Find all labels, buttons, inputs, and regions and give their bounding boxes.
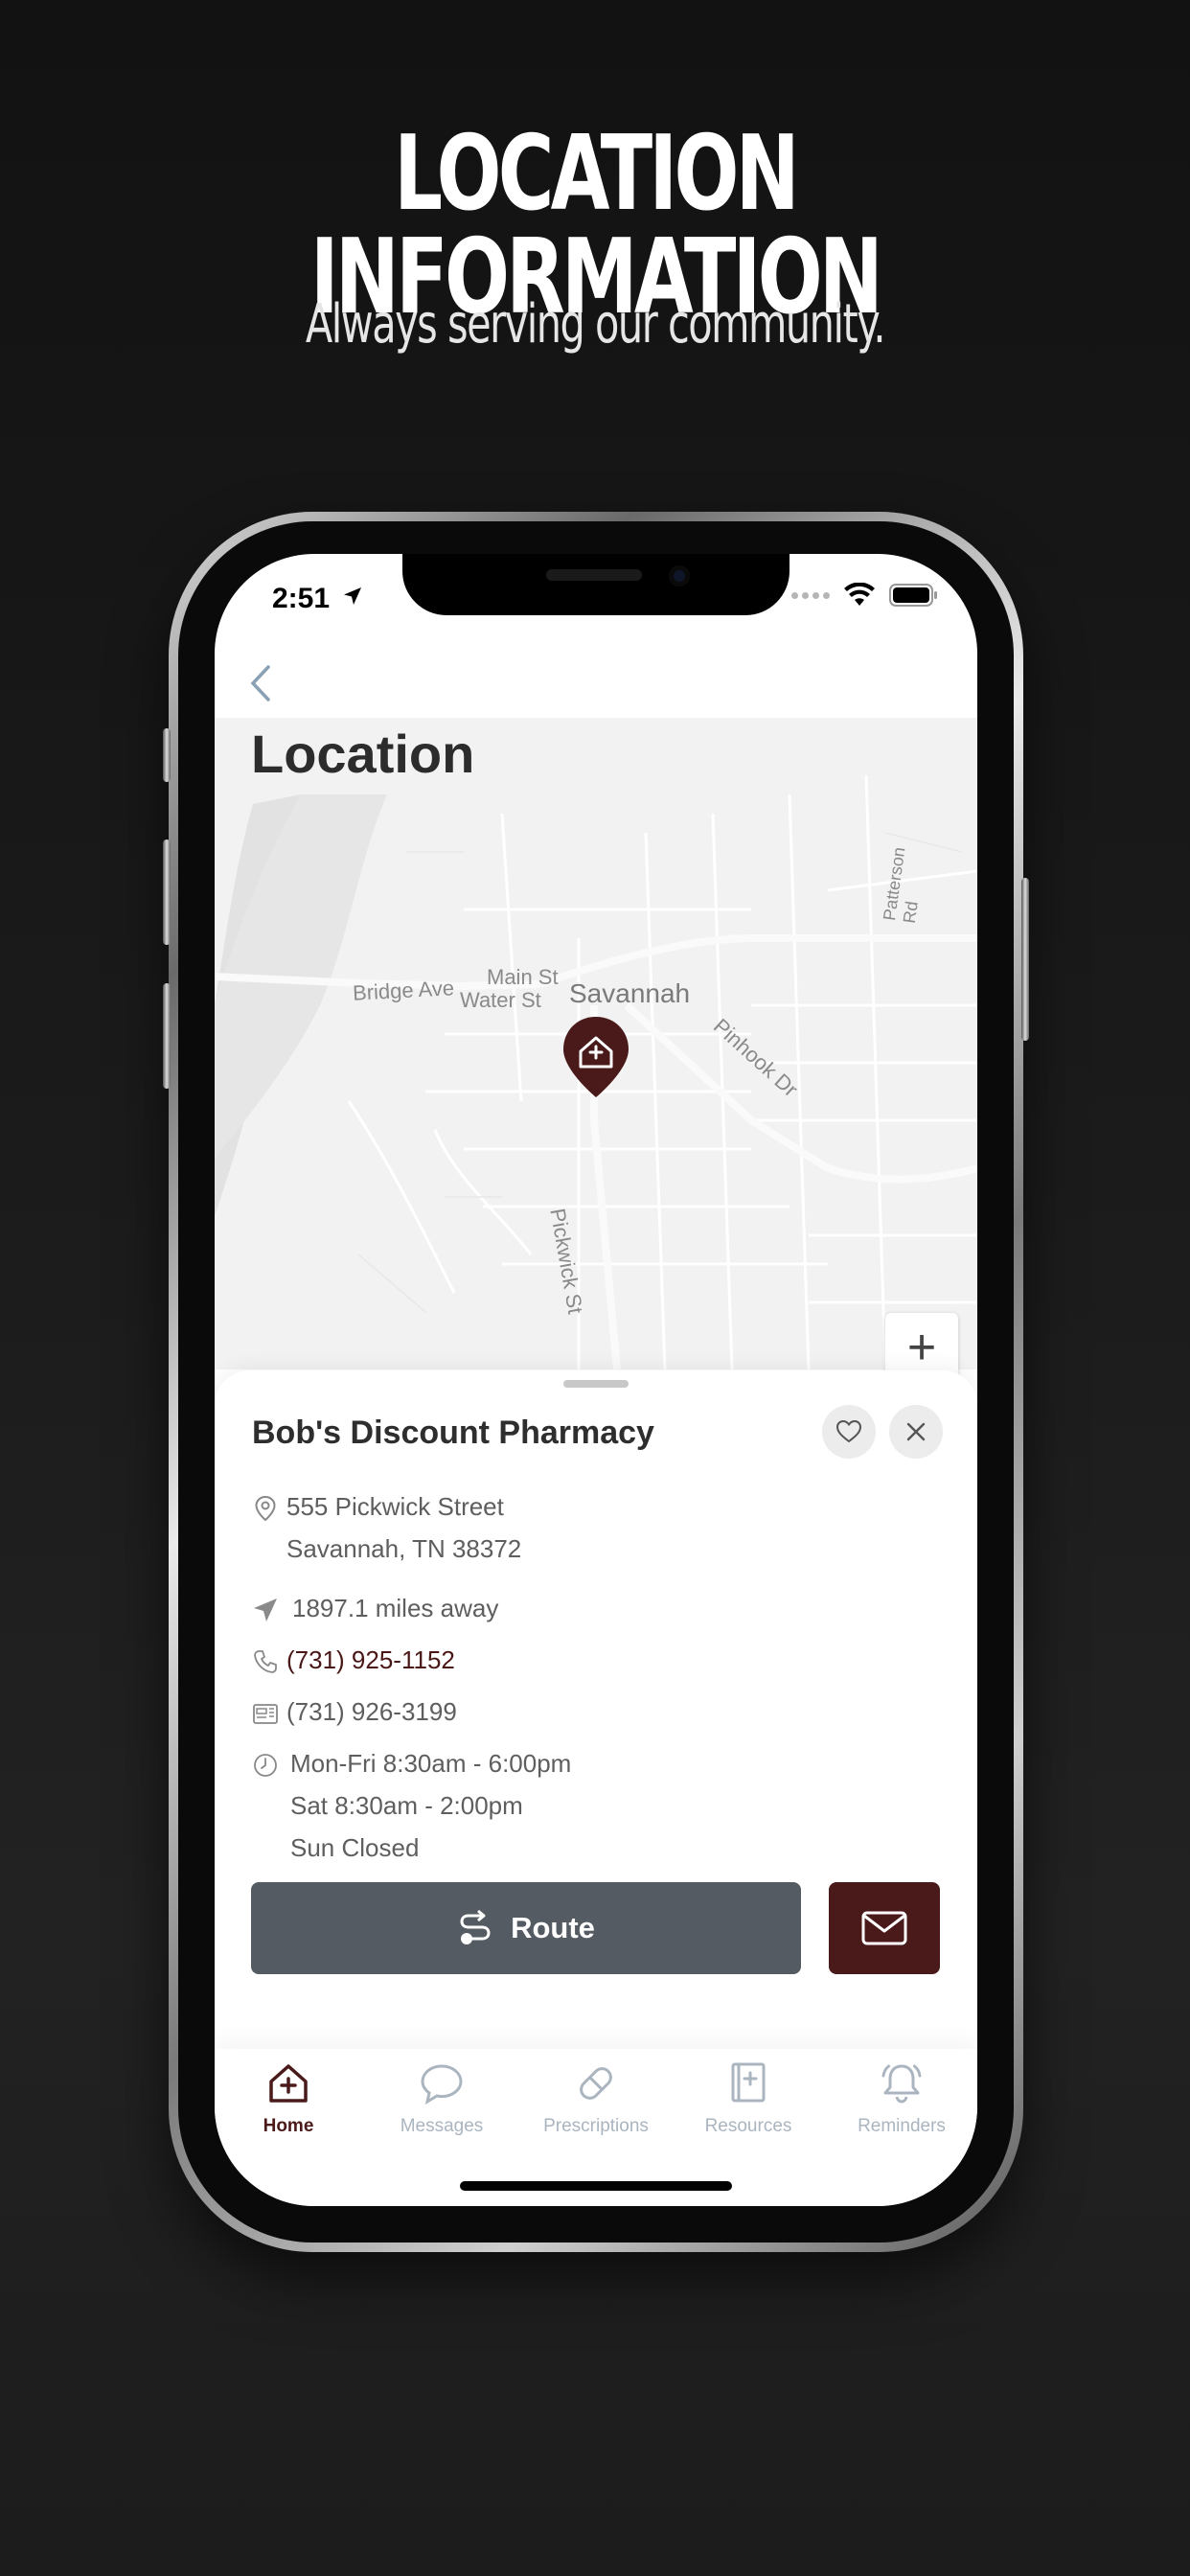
zoom-in-label: + — [906, 1320, 937, 1375]
tab-home[interactable]: Home — [217, 2055, 360, 2137]
back-chevron-icon[interactable] — [241, 659, 280, 707]
tab-home-label: Home — [263, 2116, 314, 2136]
pharmacy-details-sheet: Bob's Discount Pharmacy 555 Pickwick Str… — [215, 1370, 977, 2060]
battery-icon — [889, 584, 937, 607]
hours-sunday: Sun Closed — [290, 1833, 420, 1862]
fax-row: (731) 926-3199 — [252, 1697, 457, 1733]
book-icon — [731, 2062, 766, 2103]
hours-saturday: Sat 8:30am - 2:00pm — [290, 1791, 523, 1820]
address-row: 555 Pickwick Street Savannah, TN 38372 — [252, 1492, 522, 1570]
tab-messages-label: Messages — [400, 2116, 484, 2136]
home-indicator[interactable] — [460, 2181, 732, 2191]
page-title: Location — [251, 724, 475, 784]
map-marker-icon — [255, 1496, 276, 1521]
map-view[interactable]: Bridge Ave Main St Water St Savannah Pin… — [215, 718, 977, 1369]
tab-reminders-label: Reminders — [858, 2116, 946, 2136]
notch — [402, 554, 790, 615]
hours-row: Mon-Fri 8:30am - 6:00pm Sat 8:30am - 2:0… — [252, 1749, 571, 1869]
status-icons — [791, 583, 939, 608]
navigation-arrow-icon — [254, 1598, 277, 1622]
tab-prescriptions[interactable]: Prescriptions — [524, 2055, 668, 2137]
tab-resources-label: Resources — [704, 2116, 792, 2136]
pharmacy-map-pin-icon[interactable] — [560, 1015, 632, 1101]
distance-row: 1897.1 miles away — [252, 1594, 498, 1629]
phone-row[interactable]: (731) 925-1152 — [252, 1645, 455, 1681]
sheet-grabber[interactable] — [563, 1380, 629, 1388]
map-label-water-st: Water St — [460, 988, 541, 1012]
tab-reminders[interactable]: Reminders — [830, 2055, 973, 2137]
promo-subtitle: Always serving our community. — [305, 293, 886, 356]
email-button[interactable] — [829, 1882, 940, 1974]
route-button[interactable]: Route — [251, 1882, 801, 1974]
map-label-bridge-ave: Bridge Ave — [352, 976, 455, 1005]
status-time: 2:51 — [272, 583, 331, 614]
heart-icon — [835, 1419, 862, 1443]
clock-icon — [254, 1754, 277, 1777]
chat-bubble-icon — [421, 2064, 463, 2105]
phone-number-link[interactable]: (731) 925-1152 — [286, 1639, 455, 1681]
close-icon — [906, 1422, 926, 1441]
phone-icon — [254, 1650, 277, 1673]
pill-icon — [580, 2067, 612, 2100]
hours-weekday: Mon-Fri 8:30am - 6:00pm — [290, 1749, 572, 1778]
tab-messages[interactable]: Messages — [370, 2055, 514, 2137]
close-button[interactable] — [889, 1405, 943, 1459]
bell-icon — [881, 2064, 922, 2104]
side-button — [1021, 878, 1029, 1041]
route-icon — [460, 1909, 491, 1944]
distance-text: 1897.1 miles away — [292, 1594, 499, 1622]
volume-down-button — [163, 983, 171, 1089]
volume-up-button — [163, 840, 171, 945]
tab-resources[interactable]: Resources — [676, 2055, 820, 2137]
address-line-2: Savannah, TN 38372 — [286, 1534, 522, 1563]
envelope-icon — [861, 1911, 907, 1945]
pharmacy-name: Bob's Discount Pharmacy — [252, 1414, 654, 1451]
map-label-main-st: Main St — [487, 965, 559, 989]
map-label-city: Savannah — [569, 978, 691, 1008]
wifi-icon — [844, 583, 875, 606]
route-button-label: Route — [511, 1911, 595, 1944]
fax-number: (731) 926-3199 — [286, 1697, 457, 1726]
phone-screen: 2:51 Bridge Ave Main St Water St Savanna… — [215, 554, 977, 2206]
fax-icon — [253, 1704, 278, 1724]
address-line-1: 555 Pickwick Street — [286, 1492, 504, 1521]
favorite-button[interactable] — [822, 1405, 876, 1459]
tab-prescriptions-label: Prescriptions — [543, 2116, 649, 2136]
location-arrow-icon — [344, 587, 361, 605]
signal-dots-icon — [791, 591, 830, 599]
mute-switch — [163, 728, 171, 782]
home-icon — [269, 2064, 308, 2103]
